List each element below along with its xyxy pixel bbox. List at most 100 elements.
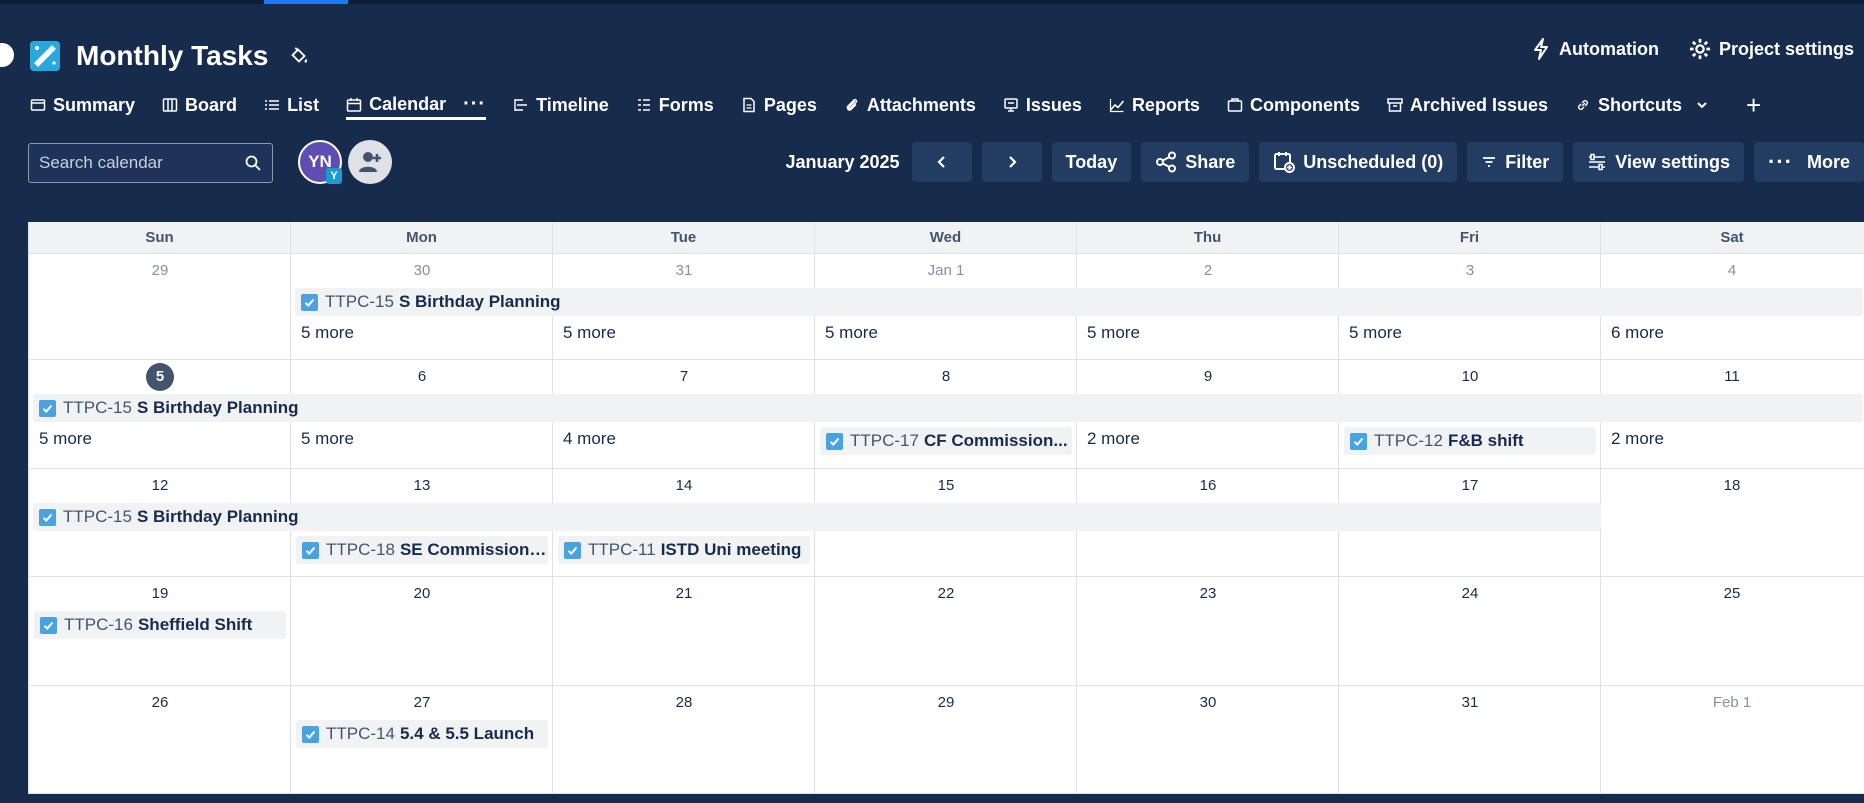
day-cell[interactable]: 18	[1601, 469, 1863, 576]
more-events-link[interactable]: 5 more	[1087, 323, 1140, 343]
more-events-link[interactable]: 5 more	[563, 323, 616, 343]
more-events-link[interactable]: 5 more	[301, 323, 354, 343]
day-cell[interactable]: 23	[1077, 577, 1339, 685]
calendar-event[interactable]: TTPC-15 S Birthday Planning	[33, 394, 1863, 422]
toolbar-actions: January 2025 Today Share Unscheduled (0)…	[785, 142, 1864, 182]
more-options-icon[interactable]: ···	[463, 93, 486, 116]
date-number: 25	[1723, 585, 1741, 602]
more-button[interactable]: ··· More	[1754, 142, 1864, 182]
more-label: More	[1806, 151, 1850, 172]
view-settings-label: View settings	[1615, 151, 1730, 172]
avatar-badge: Y	[326, 168, 342, 184]
reports-icon	[1109, 99, 1125, 113]
tab-reports-label: Reports	[1131, 94, 1200, 115]
weekday-label: Tue	[553, 222, 815, 253]
issue-title: 5.4 & 5.5 Launch	[399, 724, 535, 743]
tab-reports[interactable]: Reports	[1109, 90, 1200, 120]
avatar[interactable]: YN Y	[298, 140, 342, 184]
calendar-event[interactable]: TTPC-16 Sheffield Shift	[34, 611, 286, 639]
paint-bucket-icon[interactable]	[288, 45, 310, 67]
day-cell[interactable]: 24	[1339, 577, 1601, 685]
more-events-link[interactable]: 2 more	[1087, 429, 1140, 449]
add-people-button[interactable]	[348, 140, 392, 184]
day-cell[interactable]: 22	[815, 577, 1077, 685]
more-events-link[interactable]: 2 more	[1611, 429, 1664, 449]
calendar-event[interactable]: TTPC-15 S Birthday Planning	[295, 288, 1863, 316]
tab-attachments[interactable]: Attachments	[844, 90, 976, 120]
day-cell[interactable]: 28	[553, 686, 815, 793]
today-label: Today	[1065, 151, 1118, 172]
previous-month-button[interactable]	[911, 142, 972, 182]
automation-label: Automation	[1558, 38, 1659, 59]
filter-button[interactable]: Filter	[1467, 142, 1564, 182]
calendar-event[interactable]: TTPC-11 ISTD Uni meeting	[558, 536, 810, 564]
unscheduled-button[interactable]: Unscheduled (0)	[1259, 142, 1458, 182]
date-number: 12	[151, 477, 169, 494]
issue-key: TTPC-18	[326, 540, 395, 559]
today-date-number: 5	[29, 363, 291, 391]
more-events-link[interactable]: 5 more	[39, 429, 92, 449]
tab-calendar[interactable]: Calendar ···	[346, 90, 487, 120]
day-cell[interactable]: 25	[1601, 577, 1863, 685]
search-input[interactable]	[39, 153, 239, 173]
today-button[interactable]: Today	[1051, 142, 1132, 182]
add-tab-button[interactable]: +	[1746, 90, 1761, 120]
archive-icon	[1387, 98, 1403, 112]
tab-forms[interactable]: Forms	[636, 90, 714, 120]
calendar-week: 19 20 21 22 23 24 25 TTPC-16 Sheffield Shift	[29, 577, 1864, 686]
calendar-event[interactable]: TTPC-18 SE Commission ...	[296, 536, 548, 564]
project-settings-button[interactable]: Project settings	[1689, 38, 1854, 60]
day-cell[interactable]: 21	[553, 577, 815, 685]
tab-list[interactable]: List	[264, 90, 319, 120]
more-events-link[interactable]: 4 more	[563, 429, 616, 449]
chevron-down-icon[interactable]	[1695, 98, 1709, 112]
tab-summary[interactable]: Summary	[30, 90, 135, 120]
next-month-button[interactable]	[981, 142, 1042, 182]
day-cell[interactable]: 26	[29, 686, 291, 793]
tab-issues[interactable]: Issues	[1003, 90, 1082, 120]
issue-title: F&B shift	[1447, 431, 1524, 450]
automation-button[interactable]: Automation	[1531, 38, 1659, 60]
tab-timeline[interactable]: Timeline	[513, 90, 609, 120]
tab-board[interactable]: Board	[162, 90, 237, 120]
day-cell[interactable]: Feb 1	[1601, 686, 1863, 793]
share-icon	[1156, 151, 1177, 173]
issue-key: TTPC-14	[326, 724, 395, 743]
tab-pages[interactable]: Pages	[741, 90, 817, 120]
more-events-link[interactable]: 5 more	[1349, 323, 1402, 343]
date-number: 10	[1461, 368, 1479, 385]
issue-key: TTPC-15	[325, 292, 394, 311]
calendar-event[interactable]: TTPC-12 F&B shift	[1344, 427, 1596, 455]
date-number: 8	[941, 368, 951, 385]
more-events-link[interactable]: 5 more	[301, 429, 354, 449]
day-cell[interactable]: 29	[815, 686, 1077, 793]
more-events-link[interactable]: 5 more	[825, 323, 878, 343]
tab-forms-label: Forms	[658, 94, 714, 115]
list-icon	[265, 100, 280, 110]
date-number: 22	[937, 585, 955, 602]
day-cell[interactable]: 20	[291, 577, 553, 685]
share-button[interactable]: Share	[1141, 142, 1250, 182]
header-actions: Automation Project settings	[1531, 38, 1854, 60]
tab-shortcuts[interactable]: Shortcuts	[1575, 90, 1709, 120]
tab-board-label: Board	[185, 94, 238, 115]
more-events-link[interactable]: 6 more	[1611, 323, 1664, 343]
view-settings-button[interactable]: View settings	[1573, 142, 1744, 182]
issue-key: TTPC-12	[1374, 431, 1443, 450]
issue-key: TTPC-16	[64, 615, 133, 634]
pages-icon	[743, 97, 755, 113]
calendar-toolbar: YN Y January 2025 Today Share Unschedule…	[28, 140, 1864, 184]
day-cell[interactable]: 31	[1339, 686, 1601, 793]
calendar-week: 26 27 28 29 30 31 Feb 1 TTPC-14 5.4 & 5.5 Launch	[29, 686, 1864, 794]
search-box[interactable]	[28, 143, 273, 183]
summary-icon	[30, 99, 46, 111]
calendar-event[interactable]: TTPC-17 CF Commission...	[820, 427, 1072, 455]
day-cell[interactable]: 29	[29, 254, 291, 359]
calendar-event[interactable]: TTPC-15 S Birthday Planning	[33, 503, 1601, 531]
day-cell[interactable]: 30	[1077, 686, 1339, 793]
tab-components[interactable]: Components	[1227, 90, 1360, 120]
tab-timeline-label: Timeline	[536, 94, 609, 115]
tab-archived-issues[interactable]: Archived Issues	[1387, 90, 1548, 120]
calendar-event[interactable]: TTPC-14 5.4 & 5.5 Launch	[296, 720, 548, 748]
sidebar-toggle-button[interactable]	[0, 43, 14, 67]
